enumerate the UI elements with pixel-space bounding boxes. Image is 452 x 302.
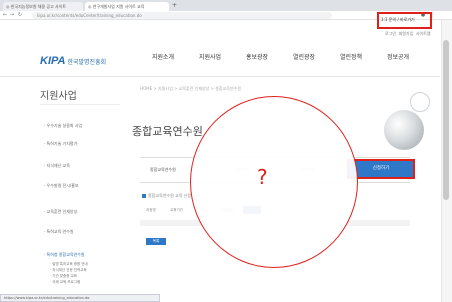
sidebar-item[interactable]: · 우수기술 실용화 사업 xyxy=(44,123,82,129)
sidebar-divider xyxy=(40,104,120,105)
sidebar-item[interactable]: · 특허기술 가치평가 xyxy=(44,141,77,147)
filter-option[interactable]: 과정명 xyxy=(146,208,156,213)
sidebar-item[interactable]: · 교육훈련 인재양성 xyxy=(44,209,77,215)
sidebar-subitem[interactable]: · 국제 교육 프로그램 xyxy=(50,280,80,285)
address-bar[interactable]: kipa.or.kr/contents/eduCenter/training_e… xyxy=(32,12,332,19)
sidebar-item[interactable]: · 특허교육 연수원 xyxy=(44,229,74,235)
back-icon[interactable]: ← xyxy=(2,11,8,20)
util-link-sitemap[interactable]: 사이트맵 xyxy=(416,31,431,36)
sidebar-item[interactable]: · 지식재산 교육 xyxy=(44,163,70,169)
logo-mark: KIPA xyxy=(40,55,66,67)
tab-overview[interactable]: 종합교육연수원 xyxy=(150,167,176,173)
status-bar: https://www.kipa.or.kr/edu/training_educ… xyxy=(0,294,160,302)
gnb-item[interactable]: 지원사업 xyxy=(199,52,221,61)
globe-graphic xyxy=(384,110,424,150)
gnb-item[interactable]: 열린정책 xyxy=(340,52,362,61)
header-divider xyxy=(0,76,440,77)
page-title: 종합교육연수원 xyxy=(132,125,203,138)
new-tab-button[interactable]: + xyxy=(172,2,177,9)
sidebar-item[interactable]: · 우수발명 전시/홍보 xyxy=(44,183,79,189)
logo-text: 한국발명진흥회 xyxy=(67,59,107,66)
gnb-item[interactable]: 홍보광장 xyxy=(246,52,268,61)
browser-tab[interactable]: ◎ 한국지능정보원 채용 공고 사이트 xyxy=(3,2,83,11)
scrollbar-thumb[interactable] xyxy=(443,40,449,200)
screenshot-frame: ◎ 한국지능정보원 채용 공고 사이트 ◎ 연구개발사업 지원 사이트 교육 +… xyxy=(0,0,452,302)
top-link-button[interactable]: 1:1 문의 / 바로가기 xyxy=(381,17,415,23)
sidebar-subitem[interactable]: · 지식재산 전문 인력교육 xyxy=(50,268,87,273)
gnb-item[interactable]: 열린광장 xyxy=(293,52,315,61)
sidebar-subitem[interactable]: · 기관 맞춤형 교육 xyxy=(50,274,77,279)
browser-tab-active[interactable]: ◎ 연구개발사업 지원 사이트 교육 xyxy=(85,2,169,11)
list-button[interactable]: 목록 xyxy=(146,238,166,245)
notice-icon xyxy=(142,194,146,198)
highlight-circle xyxy=(190,96,358,268)
gnb-item[interactable]: 지원소개 xyxy=(152,52,174,61)
util-link-login[interactable]: 로그인 xyxy=(385,31,396,36)
gnb-item[interactable]: 정보공개 xyxy=(387,52,409,61)
sidebar-subitem[interactable]: · 발명 특허교육 종합 안내 xyxy=(50,262,88,267)
breadcrumb: HOME > 지원사업 > 교육훈련 인재양성 > 종합교육연수원 xyxy=(140,86,242,91)
sidebar-title: 지원사업 xyxy=(40,91,77,102)
sidebar-item-active[interactable]: · 특허청 종합교육연수원 xyxy=(44,252,85,258)
forward-icon[interactable]: → xyxy=(9,11,15,20)
decorative-ring xyxy=(410,92,430,112)
util-link-join[interactable]: 회원가입 xyxy=(399,31,414,36)
util-links: 로그인 회원가입 사이트맵 xyxy=(385,30,431,38)
reload-icon[interactable]: ↻ xyxy=(17,11,23,20)
site-logo[interactable]: KIPA 한국발명진흥회 xyxy=(40,49,130,67)
question-mark: ? xyxy=(257,165,268,189)
filter-option[interactable]: 교육기간 xyxy=(170,208,183,213)
